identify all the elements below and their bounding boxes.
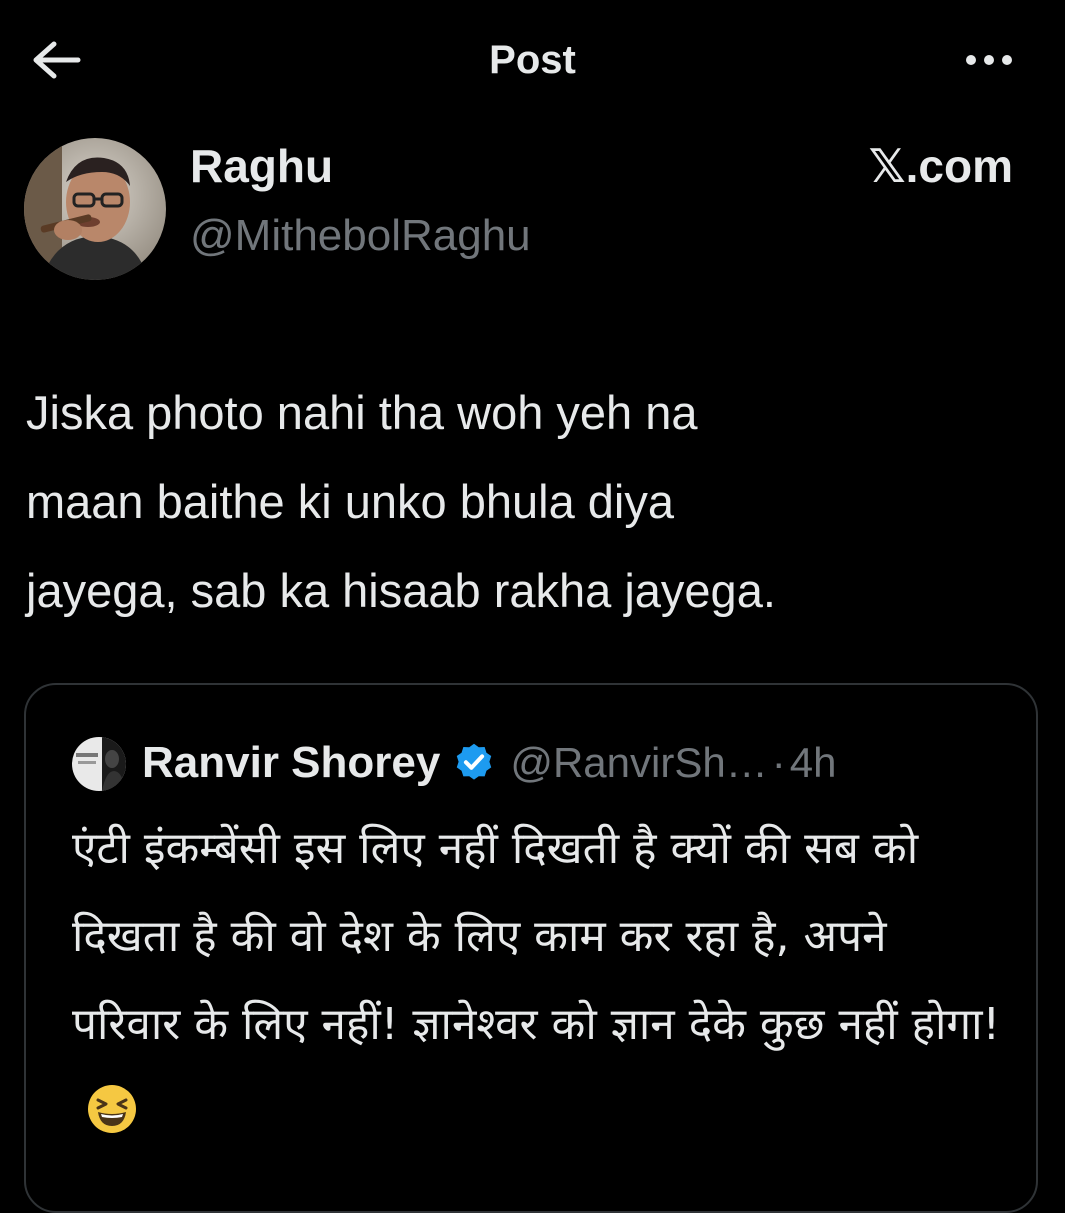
author-name[interactable]: Raghu [190,138,333,194]
author-handle[interactable]: @MithebolRaghu [190,208,531,264]
quoted-post-time: 4h [789,739,837,786]
verified-badge-icon [452,741,496,785]
author-avatar[interactable] [24,138,166,280]
header-separator: · [771,739,786,786]
post-text: Jiska photo nahi tha woh yeh na maan bai… [26,386,776,617]
quoted-author-avatar [72,737,126,791]
quoted-post-header: Ranvir Shorey @RanvirSh… · 4h [142,735,836,791]
top-bar: Post [0,0,1065,120]
quoted-post-text: एंटी इंकम्बेंसी इस लिए नहीं दिखती है क्य… [72,805,1002,1165]
quoted-author-handle: @RanvirSh… [510,739,768,786]
page-title: Post [489,38,576,82]
quoted-author-name: Ranvir Shorey [142,738,441,787]
more-horizontal-icon [966,55,1012,65]
more-button[interactable] [954,40,1024,80]
x-watermark: 𝕏.com [868,140,1013,192]
grinning-squinting-face-emoji [86,1077,138,1165]
quoted-post-body: एंटी इंकम्बेंसी इस लिए नहीं दिखती है क्य… [72,823,1001,1050]
